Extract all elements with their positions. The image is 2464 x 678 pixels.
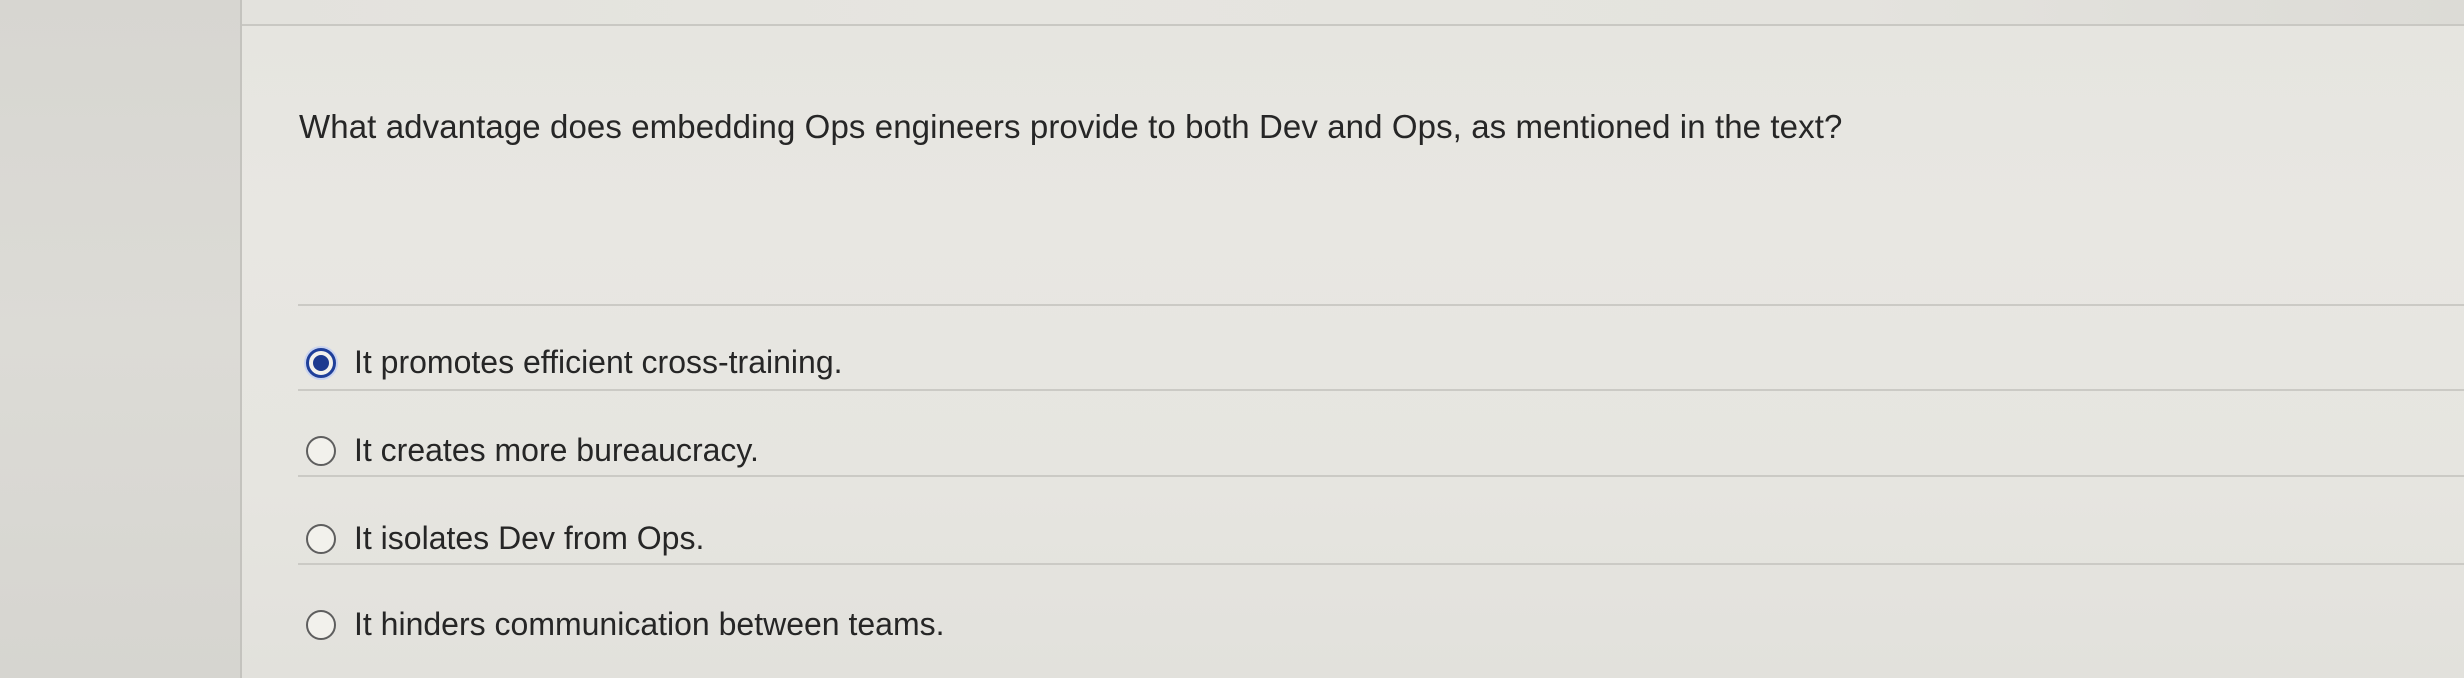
option-divider: [298, 563, 2464, 565]
option-divider: [298, 389, 2464, 391]
radio-selected-dot-icon: [313, 354, 329, 371]
answer-option-3[interactable]: It isolates Dev from Ops.: [306, 520, 704, 557]
radio-button[interactable]: [306, 523, 336, 554]
quiz-page: What advantage does embedding Ops engine…: [0, 0, 2464, 678]
answer-option-1[interactable]: It promotes efficient cross-training.: [306, 344, 843, 381]
option-divider: [298, 475, 2464, 477]
left-gutter: [0, 0, 240, 678]
radio-button-selected[interactable]: [306, 347, 336, 378]
answer-option-label: It isolates Dev from Ops.: [354, 520, 705, 556]
top-divider: [242, 24, 2464, 26]
answer-option-label: It hinders communication between teams.: [354, 606, 945, 642]
radio-button[interactable]: [306, 609, 336, 640]
answer-option-2[interactable]: It creates more bureaucracy.: [306, 432, 759, 469]
question-text: What advantage does embedding Ops engine…: [299, 108, 1843, 145]
answer-option-label: It creates more bureaucracy.: [354, 432, 759, 468]
radio-button[interactable]: [306, 435, 336, 466]
answer-option-4[interactable]: It hinders communication between teams.: [306, 606, 945, 643]
options-top-divider: [298, 304, 2464, 306]
answer-option-label: It promotes efficient cross-training.: [354, 344, 843, 380]
